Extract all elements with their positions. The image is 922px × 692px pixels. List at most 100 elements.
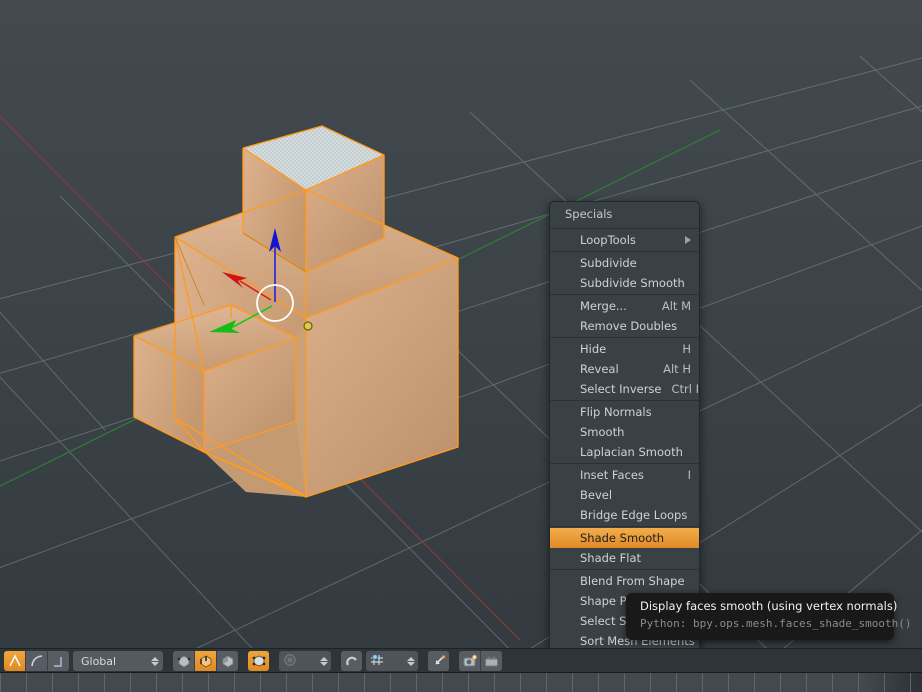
timeline-fade: [862, 673, 922, 692]
timeline-tick: [104, 673, 105, 692]
menu-item-smooth[interactable]: Smooth: [550, 422, 699, 442]
render-image-button[interactable]: [459, 651, 481, 671]
viewport-canvas: [0, 0, 922, 648]
menu-separator: [550, 294, 699, 295]
menu-item-label: Smooth: [580, 425, 625, 439]
timeline-strip[interactable]: [0, 672, 922, 692]
mesh-select-mode-group[interactable]: [173, 651, 238, 671]
timeline-tick: [52, 673, 53, 692]
timeline-tick: [234, 673, 235, 692]
object-origin-dot: [303, 321, 313, 331]
menu-item-bridge-edge-loops[interactable]: Bridge Edge Loops: [550, 505, 699, 525]
chevron-updown-icon[interactable]: [320, 656, 328, 666]
timeline-tick: [442, 673, 443, 692]
menu-item-remove-doubles[interactable]: Remove Doubles: [550, 316, 699, 336]
menu-item-select-inverse[interactable]: Select Inverse Ctrl I: [550, 379, 699, 399]
proportional-falloff-group[interactable]: [4, 651, 69, 671]
tooltip-description: Display faces smooth (using vertex norma…: [640, 599, 898, 613]
menu-item-shortcut: H: [682, 342, 691, 356]
timeline-tick: [806, 673, 807, 692]
limit-selection-to-visible-group[interactable]: [248, 651, 269, 671]
menu-item-reveal[interactable]: Reveal Alt H: [550, 359, 699, 379]
menu-separator: [550, 228, 699, 229]
menu-item-shortcut: Alt M: [661, 299, 691, 313]
timeline-tick: [156, 673, 157, 692]
menu-item-label: Hide: [580, 342, 607, 356]
menu-item-label: Shade Flat: [580, 551, 642, 565]
vertex-select-mode-icon[interactable]: [173, 651, 195, 671]
menu-item-bevel[interactable]: Bevel: [550, 485, 699, 505]
menu-item-shade-flat[interactable]: Shade Flat: [550, 548, 699, 568]
render-animation-button[interactable]: [481, 651, 502, 671]
chevron-updown-icon[interactable]: [407, 656, 415, 666]
transform-orientation-label: Global: [81, 654, 117, 668]
timeline-tick: [650, 673, 651, 692]
pivot-point-group[interactable]: [428, 651, 449, 671]
menu-item-hide[interactable]: Hide H: [550, 339, 699, 359]
menu-separator: [550, 463, 699, 464]
timeline-tick: [572, 673, 573, 692]
snap-increment-icon[interactable]: [369, 652, 385, 671]
timeline-tick: [416, 673, 417, 692]
timeline-tick: [182, 673, 183, 692]
menu-title: Specials: [565, 207, 613, 221]
proportional-edit-icon[interactable]: [282, 652, 298, 671]
menu-separator: [550, 251, 699, 252]
limit-selection-to-visible-icon[interactable]: [248, 651, 269, 671]
menu-item-label: Inset Faces: [580, 468, 644, 482]
transform-orientation-select[interactable]: Global: [73, 651, 163, 671]
timeline-tick: [338, 673, 339, 692]
timeline-tick: [754, 673, 755, 692]
timeline-tick: [780, 673, 781, 692]
menu-item-label: Bridge Edge Loops: [580, 508, 688, 522]
menu-item-label: Laplacian Smooth: [580, 445, 683, 459]
render-buttons-group[interactable]: [459, 651, 502, 671]
menu-item-label: Shade Smooth: [580, 531, 665, 545]
menu-item-laplacian-smooth[interactable]: Laplacian Smooth: [550, 442, 699, 462]
falloff-root-icon[interactable]: [48, 651, 69, 671]
tooltip-python-line: Python: bpy.ops.mesh.faces_shade_smooth(…: [640, 616, 912, 632]
menu-item-merge[interactable]: Merge... Alt M: [550, 296, 699, 316]
chevron-updown-icon[interactable]: [151, 656, 159, 666]
timeline-tick: [26, 673, 27, 692]
menu-item-subdivide-smooth[interactable]: Subdivide Smooth: [550, 273, 699, 293]
menu-item-label: Reveal: [580, 362, 619, 376]
menu-item-shade-smooth[interactable]: Shade Smooth: [550, 528, 699, 548]
tooltip-python-label: Python:: [640, 617, 687, 630]
snap-element-select[interactable]: [366, 651, 418, 671]
timeline-tick: [546, 673, 547, 692]
menu-item-label: Subdivide: [580, 256, 637, 270]
timeline-tick: [494, 673, 495, 692]
snap-magnet-icon[interactable]: [341, 651, 362, 671]
menu-separator: [550, 400, 699, 401]
timeline-tick: [78, 673, 79, 692]
menu-item-subdivide[interactable]: Subdivide: [550, 253, 699, 273]
menu-item-flip-normals[interactable]: Flip Normals: [550, 402, 699, 422]
face-select-mode-icon[interactable]: [217, 651, 238, 671]
edge-select-mode-icon[interactable]: [195, 651, 217, 671]
menu-item-looptools[interactable]: LoopTools: [550, 230, 699, 250]
menu-item-label: Blend From Shape: [580, 574, 685, 588]
timeline-tick: [208, 673, 209, 692]
timeline-tick: [0, 673, 1, 692]
3d-viewport[interactable]: [0, 0, 922, 648]
falloff-sharp-icon[interactable]: [4, 651, 26, 671]
timeline-tick: [520, 673, 521, 692]
menu-item-blend-from-shape[interactable]: Blend From Shape: [550, 571, 699, 591]
chevron-right-icon: [685, 236, 691, 244]
timeline-tick: [286, 673, 287, 692]
snap-magnet-group[interactable]: [341, 651, 362, 671]
menu-item-inset-faces[interactable]: Inset Faces I: [550, 465, 699, 485]
menu-item-label: Remove Doubles: [580, 319, 678, 333]
timeline-tick: [598, 673, 599, 692]
timeline-tick: [676, 673, 677, 692]
proportional-editing-toggle[interactable]: [279, 651, 331, 671]
timeline-tick: [884, 673, 885, 692]
pivot-center-icon[interactable]: [428, 651, 449, 671]
falloff-smooth-icon[interactable]: [26, 651, 48, 671]
specials-context-menu[interactable]: Specials LoopTools Subdivide Subdivide S…: [549, 201, 700, 654]
timeline-tick: [702, 673, 703, 692]
timeline-tick: [624, 673, 625, 692]
timeline-tick: [364, 673, 365, 692]
timeline-tick: [858, 673, 859, 692]
